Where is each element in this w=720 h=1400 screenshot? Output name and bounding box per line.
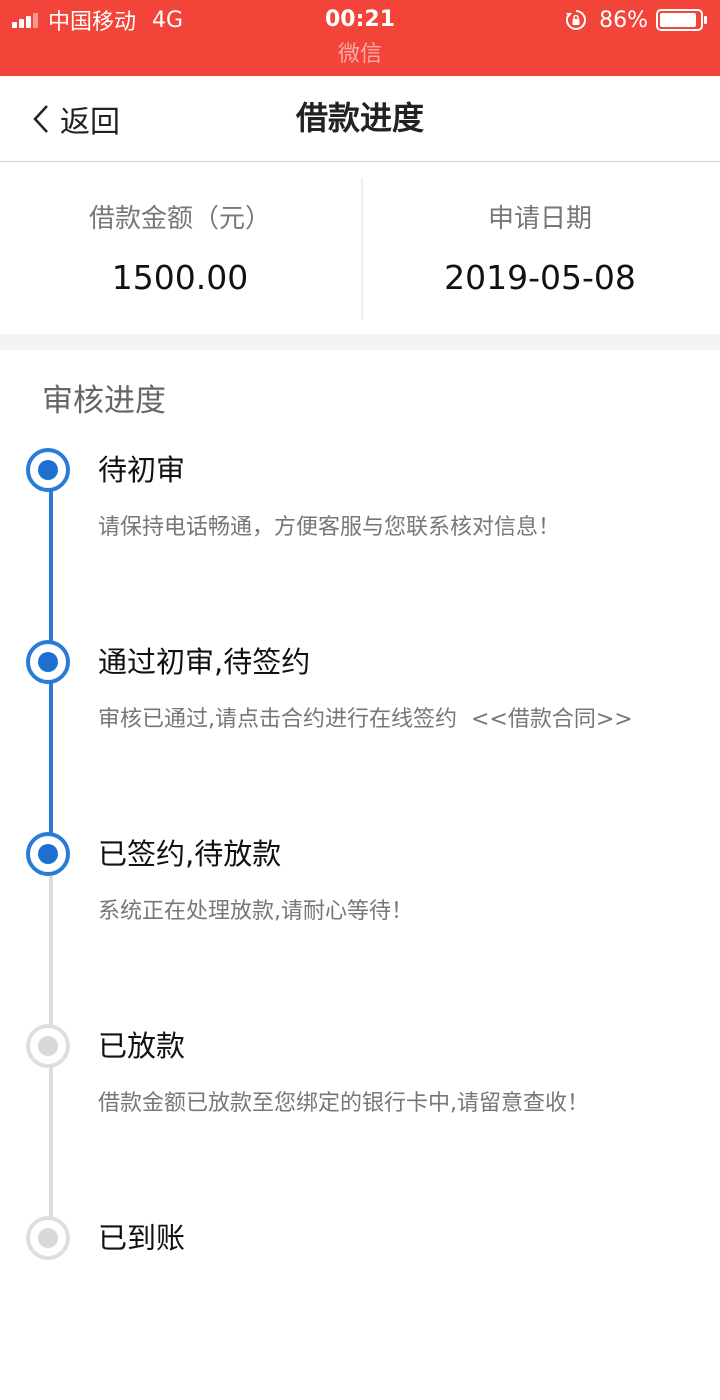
apply-date-block: 申请日期 2019-05-08: [360, 162, 720, 334]
step-status-dot: [26, 640, 70, 684]
loan-amount-block: 借款金额（元） 1500.00: [0, 162, 360, 334]
status-right: 86%: [565, 6, 708, 34]
back-button[interactable]: 返回: [32, 76, 120, 161]
step-title: 已到账: [98, 1221, 186, 1255]
step-status-dot: [26, 832, 70, 876]
battery-percent: 86%: [599, 7, 648, 33]
loan-amount-value: 1500.00: [111, 258, 249, 297]
apply-date-label: 申请日期: [487, 204, 592, 234]
step-title: 待初审: [98, 453, 186, 487]
progress-step-pending-review: 待初审 请保持电话畅通，方便客服与您联系核对信息！: [0, 440, 720, 632]
step-description: 请保持电话畅通，方便客服与您联系核对信息！: [98, 515, 561, 540]
loan-amount-label: 借款金额（元）: [88, 204, 271, 234]
apply-date-value: 2019-05-08: [444, 258, 636, 297]
progress-step-disbursed: 已放款 借款金额已放款至您绑定的银行卡中,请留意查收！: [0, 1016, 720, 1208]
section-separator: [0, 334, 720, 350]
rotation-lock-icon: [566, 10, 587, 30]
step-description: 借款金额已放款至您绑定的银行卡中,请留意查收！: [98, 1091, 589, 1116]
nav-bar: 返回 借款进度: [0, 76, 720, 162]
progress-section-title: 审核进度: [42, 383, 166, 419]
progress-step-pending-disburse: 已签约,待放款 系统正在处理放款,请耐心等待！: [0, 824, 720, 1016]
progress-step-received: 已到账: [0, 1208, 720, 1400]
loan-summary: 借款金额（元） 1500.00 申请日期 2019-05-08: [0, 162, 720, 334]
loan-contract-link[interactable]: <<借款合同>>: [471, 707, 633, 732]
status-app-name: 微信: [337, 42, 382, 67]
step-description: 系统正在处理放款,请耐心等待！: [98, 899, 413, 924]
step-status-dot: [26, 1024, 70, 1068]
status-bar: 中国移动 4G 00:21 微信 86%: [0, 0, 720, 76]
step-title: 已签约,待放款: [98, 837, 282, 871]
back-label: 返回: [60, 104, 120, 140]
battery-icon: [656, 9, 707, 31]
summary-divider: [361, 178, 363, 320]
step-title: 通过初审,待签约: [98, 645, 311, 679]
step-status-dot: [26, 448, 70, 492]
progress-step-pending-sign: 通过初审,待签约 审核已通过,请点击合约进行在线签约 <<借款合同>>: [0, 632, 720, 824]
step-status-dot: [26, 1216, 70, 1260]
step-title: 已放款: [98, 1029, 186, 1063]
chevron-left-icon: [33, 104, 48, 133]
step-description: 审核已通过,请点击合约进行在线签约 <<借款合同>>: [98, 707, 633, 732]
